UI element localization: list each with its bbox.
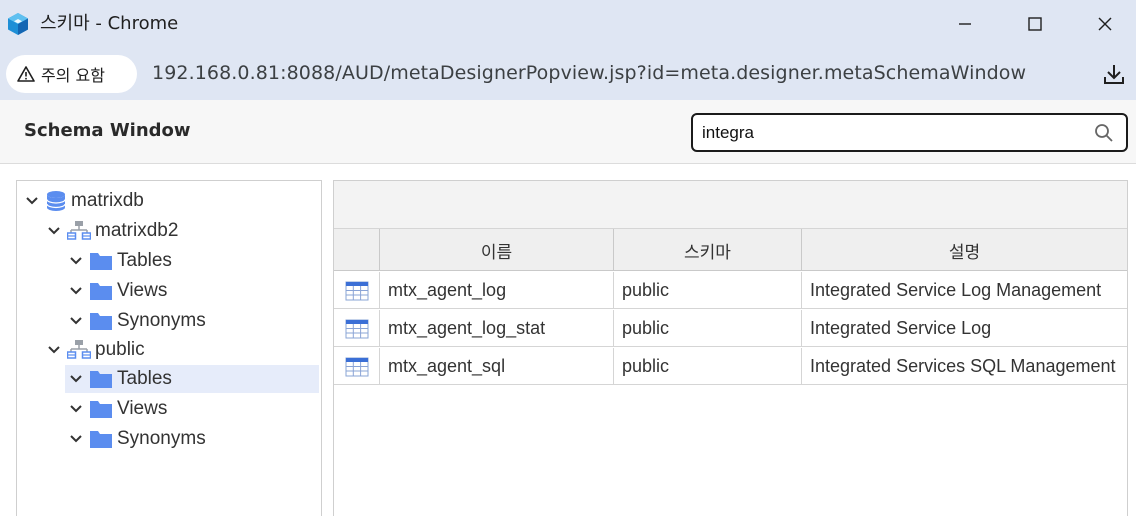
cell-description: Integrated Services SQL Management: [802, 348, 1127, 385]
cell-schema: public: [614, 310, 802, 347]
chevron-down-icon[interactable]: [69, 254, 83, 268]
table-row[interactable]: mtx_agent_sql public Integrated Services…: [334, 348, 1127, 385]
download-icon: [1104, 65, 1124, 84]
search-box[interactable]: [691, 113, 1128, 152]
tree-node-synonyms[interactable]: Synonyms: [69, 307, 206, 335]
folder-icon: [90, 401, 112, 418]
grid-header: 이름 스키마 설명: [334, 229, 1127, 271]
database-icon: [46, 191, 66, 211]
url-text[interactable]: 192.168.0.81:8088/AUD/metaDesignerPopvie…: [152, 62, 1026, 84]
tree-node-label: Views: [117, 280, 168, 301]
window-title: 스키마 - Chrome: [40, 13, 179, 34]
description-text: Integrated Service Log Management: [810, 280, 1102, 300]
table-icon: [345, 281, 368, 300]
cell-description: Integrated Service Log Management: [802, 272, 1127, 309]
table-icon-cell: [334, 348, 380, 385]
tree-node-matrixdb[interactable]: matrixdb: [25, 187, 144, 215]
chevron-down-icon[interactable]: [69, 402, 83, 416]
chevron-down-icon[interactable]: [25, 194, 39, 208]
folder-icon: [90, 283, 112, 300]
description-text: Integrated Service Log: [810, 318, 992, 338]
chevron-down-icon[interactable]: [69, 314, 83, 328]
cell-schema: public: [614, 272, 802, 309]
folder-icon: [90, 431, 112, 448]
column-header-icon: [334, 229, 380, 271]
table-row[interactable]: mtx_agent_log_stat public Integrated Ser…: [334, 310, 1127, 347]
tree-node-label: Views: [117, 398, 168, 419]
chevron-down-icon[interactable]: [69, 372, 83, 386]
schema-icon: [67, 221, 91, 240]
tree-node-label: matrixdb2: [95, 220, 179, 241]
cell-name: mtx_agent_sql: [380, 348, 614, 385]
folder-icon: [90, 253, 112, 270]
column-header-name[interactable]: 이름: [380, 229, 614, 271]
cell-name: mtx_agent_log: [380, 272, 614, 309]
chevron-down-icon[interactable]: [69, 432, 83, 446]
security-label: 주의 요함: [41, 66, 105, 85]
minimize-button[interactable]: [930, 0, 1000, 48]
table-row[interactable]: mtx_agent_log public Integrated Service …: [334, 272, 1127, 309]
cell-name: mtx_agent_log_stat: [380, 310, 614, 347]
table-icon: [345, 357, 368, 376]
table-icon: [345, 319, 368, 338]
column-header-description[interactable]: 설명: [802, 229, 1127, 271]
tree-node-tables-selected[interactable]: Tables: [65, 365, 319, 393]
minimize-icon: [959, 23, 971, 25]
tree-node-synonyms[interactable]: Synonyms: [69, 425, 206, 453]
cell-schema: public: [614, 348, 802, 385]
tree-node-label: matrixdb: [71, 190, 144, 211]
tree-node-public[interactable]: public: [47, 336, 145, 364]
table-icon-cell: [334, 310, 380, 347]
window-titlebar: 스키마 - Chrome: [0, 0, 1136, 48]
close-window-button[interactable]: [1070, 0, 1136, 48]
cell-description: Integrated Service Log: [802, 310, 1127, 347]
page-title: Schema Window: [24, 120, 191, 141]
app-cube-icon: [8, 13, 28, 35]
chevron-down-icon[interactable]: [47, 224, 61, 238]
maximize-button[interactable]: [1000, 0, 1070, 48]
tree-node-label: Tables: [117, 368, 172, 389]
tree-node-label: Synonyms: [117, 310, 206, 331]
download-button[interactable]: [1098, 58, 1130, 90]
tree-node-label: public: [95, 339, 145, 360]
folder-icon: [90, 313, 112, 330]
address-bar: 주의 요함 192.168.0.81:8088/AUD/metaDesigner…: [0, 48, 1136, 100]
results-grid: 이름 스키마 설명 mtx_agent_log public Integrate…: [333, 180, 1128, 516]
tree-node-label: Tables: [117, 250, 172, 271]
tree-node-label: Synonyms: [117, 428, 206, 449]
search-icon[interactable]: [1094, 123, 1114, 143]
site-security-chip[interactable]: 주의 요함: [6, 55, 137, 93]
schema-tree: matrixdb matrixdb2 Tables Views Synonyms: [16, 180, 322, 516]
column-header-schema[interactable]: 스키마: [614, 229, 802, 271]
grid-toolbar: [334, 181, 1127, 229]
tree-node-views[interactable]: Views: [69, 395, 167, 423]
warning-icon: [17, 66, 35, 82]
chevron-down-icon[interactable]: [47, 343, 61, 357]
chevron-down-icon[interactable]: [69, 284, 83, 298]
tree-node-views[interactable]: Views: [69, 277, 167, 305]
search-input[interactable]: [702, 121, 1082, 145]
page-header: Schema Window: [0, 100, 1136, 164]
close-icon: [1098, 17, 1112, 31]
tree-node-matrixdb2[interactable]: matrixdb2: [47, 217, 178, 245]
folder-icon: [90, 371, 112, 388]
table-icon-cell: [334, 272, 380, 309]
description-text: Integrated Services SQL Management: [810, 356, 1116, 376]
maximize-icon: [1028, 17, 1042, 31]
schema-icon: [67, 340, 91, 359]
tree-node-tables[interactable]: Tables: [69, 247, 172, 275]
